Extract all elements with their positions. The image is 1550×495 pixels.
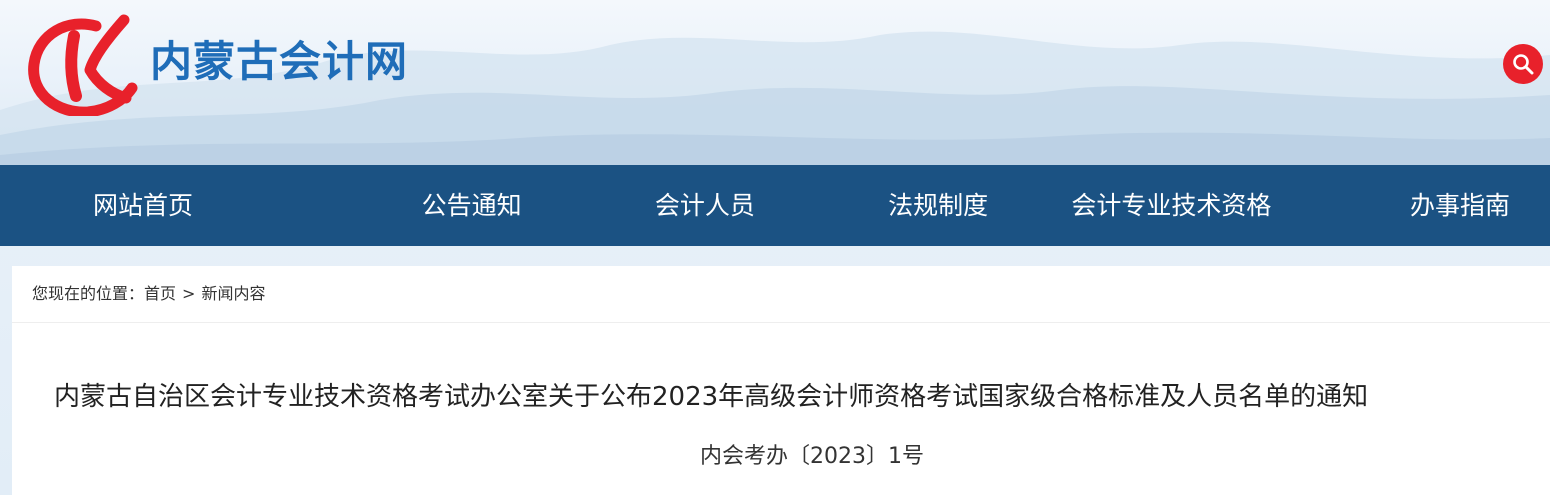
breadcrumb-home-link[interactable]: 首页 <box>144 284 176 303</box>
nav-item-regulations[interactable]: 法规制度 <box>822 165 1055 246</box>
nav-item-announcements[interactable]: 公告通知 <box>355 165 588 246</box>
article-title: 内蒙古自治区会计专业技术资格考试办公室关于公布2023年高级会计师资格考试国家级… <box>54 382 1369 412</box>
nav-item-qualifications[interactable]: 会计专业技术资格 <box>1055 165 1288 246</box>
nav-item-accountants[interactable]: 会计人员 <box>588 165 821 246</box>
site-name[interactable]: 内蒙古会计网 <box>150 34 408 90</box>
kuaiji-logo-icon[interactable] <box>28 12 140 118</box>
nav-item-guide[interactable]: 办事指南 <box>1288 165 1550 246</box>
search-button[interactable] <box>1503 44 1543 84</box>
search-icon <box>1513 54 1534 75</box>
breadcrumb: 您现在的位置：首页 > 新闻内容 <box>32 282 265 306</box>
breadcrumb-prefix: 您现在的位置： <box>32 284 145 303</box>
content-panel: 您现在的位置：首页 > 新闻内容 内蒙古自治区会计专业技术资格考试办公室关于公布20… <box>12 266 1550 495</box>
document-number: 内会考办〔2023〕1号 <box>700 444 924 469</box>
site-header: 内蒙古会计网 <box>0 0 1550 165</box>
nav-item-home[interactable]: 网站首页 <box>0 165 355 246</box>
divider <box>12 322 1550 323</box>
breadcrumb-current: 新闻内容 <box>201 284 266 303</box>
main-nav: 网站首页 公告通知 会计人员 法规制度 会计专业技术资格 办事指南 <box>0 165 1550 246</box>
breadcrumb-separator: > <box>182 284 196 303</box>
